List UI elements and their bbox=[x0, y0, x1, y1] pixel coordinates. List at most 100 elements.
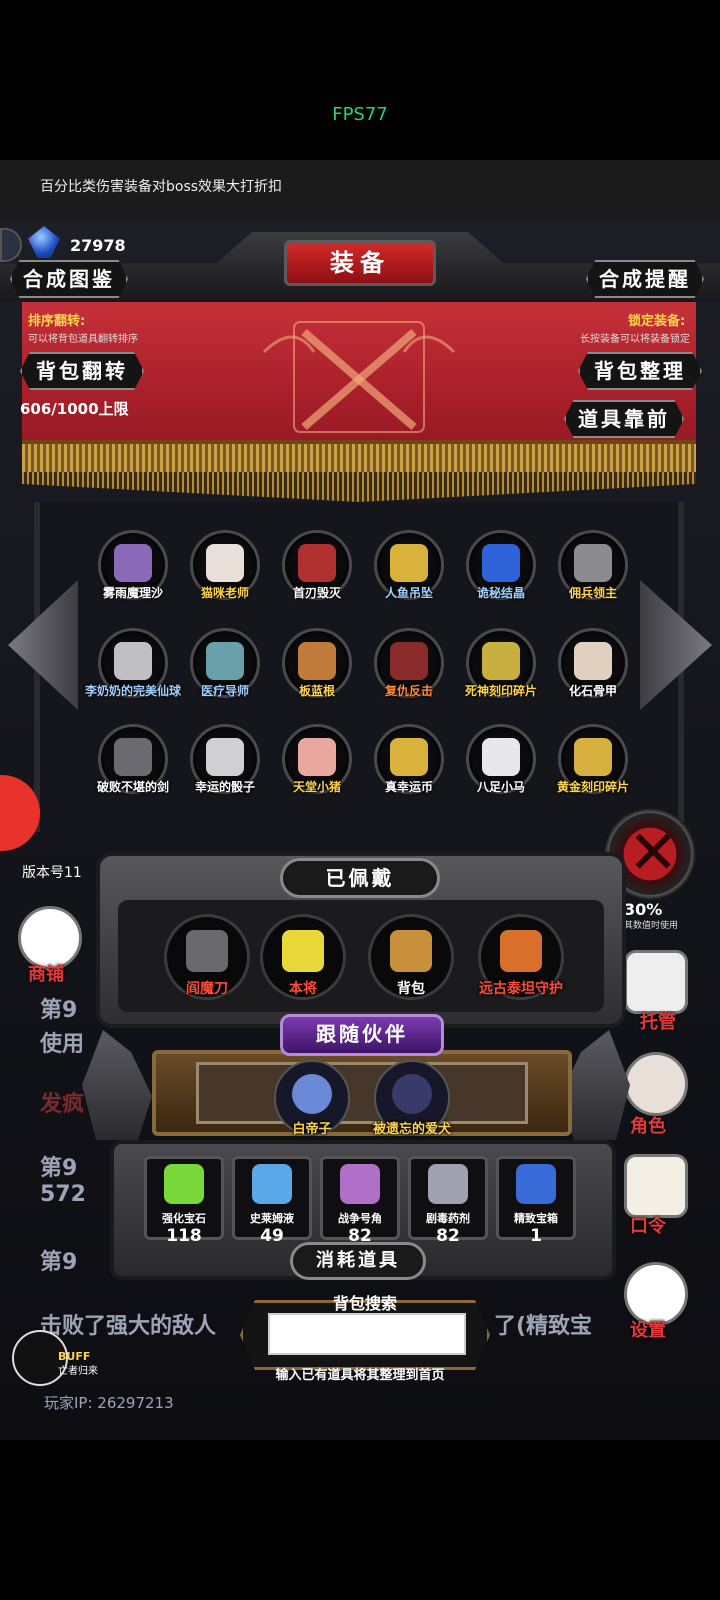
horn-icon bbox=[340, 1164, 380, 1204]
crossed-swords-emblem bbox=[262, 321, 456, 433]
knight-icon bbox=[390, 642, 428, 680]
bone-icon bbox=[574, 642, 612, 680]
inventory-item[interactable]: 化石骨甲 bbox=[552, 628, 632, 708]
luckycoin-icon bbox=[390, 738, 428, 776]
inventory-item[interactable]: 医疗导师 bbox=[184, 628, 264, 708]
dice-icon bbox=[206, 738, 244, 776]
organize-bag-button[interactable]: 背包整理 bbox=[578, 352, 702, 390]
inventory-item[interactable]: 破败不堪的剑 bbox=[92, 724, 172, 804]
consumable-name: 精致宝箱 bbox=[514, 1212, 558, 1225]
poison-icon bbox=[428, 1164, 468, 1204]
equip-name: 远古泰坦守护 bbox=[479, 981, 563, 997]
companion-frame-inner bbox=[196, 1062, 528, 1124]
gem-count: 27978 bbox=[70, 236, 126, 255]
inventory-item[interactable]: 八足小马 bbox=[460, 724, 540, 804]
companion[interactable]: 被遗忘的爱犬 bbox=[364, 1060, 460, 1144]
progress-value: 30% bbox=[624, 900, 663, 919]
inventory-item[interactable]: 雾雨魔理沙 bbox=[92, 530, 172, 610]
titan-icon bbox=[500, 930, 542, 972]
sort-label: 排序翻转: bbox=[28, 314, 86, 329]
inventory-item[interactable]: 天堂小猪 bbox=[276, 724, 356, 804]
settings-label: 设置 bbox=[630, 1320, 666, 1341]
item-name: 佣兵领主 bbox=[568, 586, 617, 600]
chest-icon bbox=[516, 1164, 556, 1204]
goldcoin-icon bbox=[574, 738, 612, 776]
equipped-slot[interactable]: 阎魔刀 bbox=[164, 914, 250, 1000]
search-input[interactable] bbox=[268, 1313, 466, 1355]
version-label: 版本号11 bbox=[22, 865, 82, 881]
blade-icon bbox=[298, 544, 336, 582]
companions-title: 跟随伙伴 bbox=[280, 1014, 444, 1056]
log-line: 第9 bbox=[40, 1250, 78, 1275]
inventory-item[interactable]: 板蓝根 bbox=[276, 628, 356, 708]
dice-icon[interactable] bbox=[624, 950, 688, 1014]
log-line: 了(精致宝 bbox=[494, 1314, 593, 1339]
lock-label: 锁定装备: bbox=[628, 314, 686, 329]
shop-label: 商铺 bbox=[28, 964, 64, 985]
consumable-name: 剧毒药剂 bbox=[426, 1212, 470, 1225]
item-name: 黄金刻印碎片 bbox=[556, 780, 629, 794]
equipped-slot[interactable]: 本将 bbox=[260, 914, 346, 1000]
potion-icon bbox=[252, 1164, 292, 1204]
synthesis-catalog-button[interactable]: 合成图鉴 bbox=[10, 260, 128, 298]
inventory-item[interactable]: 幸运的骰子 bbox=[184, 724, 264, 804]
consumable-qty: 82 bbox=[436, 1226, 460, 1246]
consumable-item[interactable]: 精致宝箱 1 bbox=[496, 1156, 576, 1252]
consumable-qty: 118 bbox=[166, 1226, 202, 1246]
equipped-slot[interactable]: 背包 bbox=[368, 914, 454, 1000]
inventory-item[interactable]: 佣兵领主 bbox=[552, 530, 632, 610]
inventory-item[interactable]: 黄金刻印碎片 bbox=[552, 724, 632, 804]
log-line: 使用 bbox=[40, 1032, 85, 1057]
inventory-item[interactable]: 真幸运币 bbox=[368, 724, 448, 804]
consumable-item[interactable]: 强化宝石 118 bbox=[144, 1156, 224, 1252]
inventory-item[interactable]: 复仇反击 bbox=[368, 628, 448, 708]
companion[interactable]: 白帝子 bbox=[264, 1060, 360, 1144]
buff-name: 亡者归来 bbox=[58, 1366, 98, 1377]
consumable-item[interactable]: 史莱姆液 49 bbox=[232, 1156, 312, 1252]
equipped-title: 已佩戴 bbox=[280, 858, 440, 898]
fps-counter: FPS77 bbox=[332, 104, 388, 125]
inventory-item[interactable]: 首刃毁灭 bbox=[276, 530, 356, 610]
inventory-item[interactable]: 人鱼吊坠 bbox=[368, 530, 448, 610]
coin-icon bbox=[482, 642, 520, 680]
notice-text: 百分比类伤害装备对boss效果大打折扣 bbox=[40, 179, 283, 195]
green-gem-icon bbox=[164, 1164, 204, 1204]
items-front-button[interactable]: 道具靠前 bbox=[564, 400, 684, 438]
sword-icon bbox=[114, 738, 152, 776]
doctor-icon bbox=[206, 642, 244, 680]
bird-icon bbox=[292, 1074, 332, 1114]
wolf-icon bbox=[392, 1074, 432, 1114]
auto-label: 托管 bbox=[640, 1012, 676, 1033]
progress-hint: 其数值时使用 bbox=[624, 921, 679, 931]
consumable-name: 史莱姆液 bbox=[250, 1212, 294, 1225]
log-line: 第9 bbox=[40, 1156, 78, 1181]
log-line: 572 bbox=[40, 1182, 86, 1207]
armor-icon bbox=[574, 544, 612, 582]
scroll-icon[interactable] bbox=[624, 1154, 688, 1218]
log-line: 第9 bbox=[40, 998, 78, 1023]
synthesis-reminder-button[interactable]: 合成提醒 bbox=[586, 260, 704, 298]
pendant-icon bbox=[390, 544, 428, 582]
equipped-slot[interactable]: 远古泰坦守护 bbox=[478, 914, 564, 1000]
horse-icon bbox=[482, 738, 520, 776]
item-name: 化石骨甲 bbox=[568, 684, 617, 698]
consumable-item[interactable]: 战争号角 82 bbox=[320, 1156, 400, 1252]
flip-bag-button[interactable]: 背包翻转 bbox=[20, 352, 144, 390]
hooded-figure-icon[interactable] bbox=[624, 1052, 688, 1116]
crystal-icon bbox=[482, 544, 520, 582]
bag-capacity: 606/1000上限 bbox=[20, 400, 129, 418]
log-line: 发疯 bbox=[40, 1092, 85, 1117]
inventory-item[interactable]: 李奶奶的完美仙球 bbox=[85, 628, 181, 708]
consumable-name: 战争号角 bbox=[338, 1212, 382, 1225]
bottom-bar bbox=[0, 1440, 720, 1600]
katana-icon bbox=[186, 930, 228, 972]
star-icon bbox=[282, 930, 324, 972]
inventory-item[interactable]: 猫咪老师 bbox=[184, 530, 264, 610]
consumable-item[interactable]: 剧毒药剂 82 bbox=[408, 1156, 488, 1252]
equip-name: 背包 bbox=[397, 981, 425, 997]
search-hint: 输入已有道具将其整理到首页 bbox=[275, 1368, 445, 1383]
inventory-item[interactable]: 死神刻印碎片 bbox=[460, 628, 540, 708]
consumables-title: 消耗道具 bbox=[290, 1242, 426, 1280]
inventory-item[interactable]: 诡秘结晶 bbox=[460, 530, 540, 610]
lock-description: 长按装备可以将装备锁定 bbox=[580, 334, 690, 345]
